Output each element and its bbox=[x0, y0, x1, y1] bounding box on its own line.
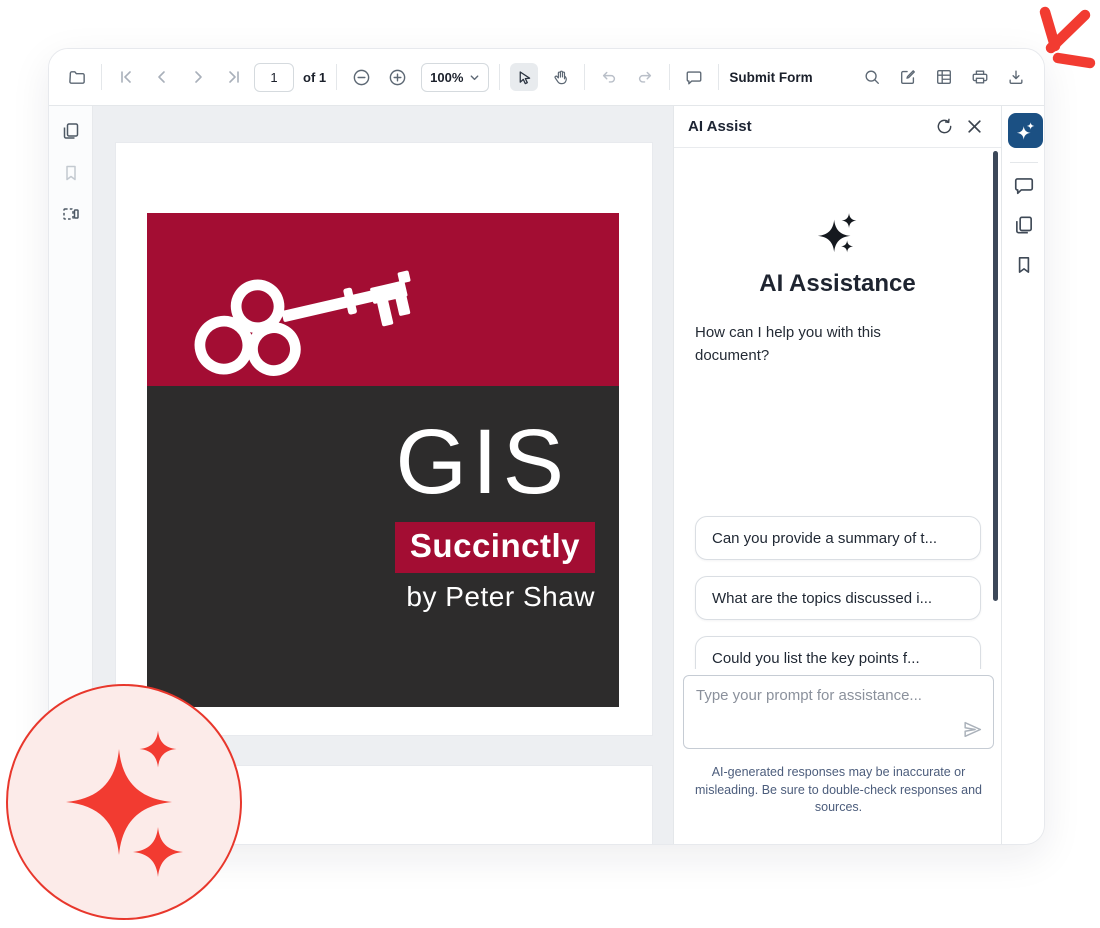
decorative-pencil-strokes-icon bbox=[1030, 2, 1100, 72]
form-designer-button[interactable] bbox=[894, 63, 922, 91]
download-icon bbox=[1007, 68, 1025, 86]
redo-button[interactable] bbox=[631, 63, 659, 91]
open-file-button[interactable] bbox=[63, 63, 91, 91]
search-icon bbox=[863, 68, 881, 86]
zoom-out-button[interactable] bbox=[347, 63, 375, 91]
close-icon bbox=[966, 118, 983, 135]
key-illustration bbox=[173, 266, 425, 386]
panel-scrollbar[interactable] bbox=[993, 151, 998, 601]
bookmarks-panel-button[interactable] bbox=[1013, 254, 1035, 276]
first-page-button[interactable] bbox=[112, 63, 140, 91]
zoom-out-icon bbox=[352, 68, 371, 87]
chevron-down-icon bbox=[469, 72, 480, 83]
toolbar-divider bbox=[718, 64, 719, 90]
pan-tool-button[interactable] bbox=[546, 63, 574, 91]
prompt-input[interactable] bbox=[684, 676, 993, 748]
select-tool-button[interactable] bbox=[510, 63, 538, 91]
zoom-in-icon bbox=[388, 68, 407, 87]
ai-assist-panel: AI Assist AI Assistance How can I help y… bbox=[673, 106, 1001, 845]
grid-icon bbox=[935, 68, 953, 86]
undo-icon bbox=[600, 68, 618, 86]
print-button[interactable] bbox=[966, 63, 994, 91]
square-pencil-icon bbox=[899, 68, 917, 86]
suggestion-topics[interactable]: What are the topics discussed i... bbox=[695, 576, 981, 620]
comments-panel-button[interactable] bbox=[1013, 174, 1035, 196]
refresh-button[interactable] bbox=[929, 112, 959, 142]
ai-heading: AI Assistance bbox=[674, 270, 1001, 298]
page-number-input[interactable] bbox=[254, 63, 294, 92]
next-page-button[interactable] bbox=[184, 63, 212, 91]
dashed-box-icon bbox=[61, 204, 81, 224]
zoom-level-select[interactable]: 100% bbox=[421, 63, 489, 92]
last-page-button[interactable] bbox=[220, 63, 248, 91]
hand-icon bbox=[552, 69, 569, 86]
ai-panel-header: AI Assist bbox=[674, 106, 1001, 148]
cover-title: GIS bbox=[396, 416, 569, 508]
bookmarks-button[interactable] bbox=[61, 163, 81, 183]
pdf-page-1: GIS Succinctly by Peter Shaw bbox=[116, 143, 652, 735]
decorative-sparkle-circle bbox=[6, 684, 242, 920]
close-panel-button[interactable] bbox=[959, 112, 989, 142]
printer-icon bbox=[971, 68, 989, 86]
ai-assist-toggle-button[interactable] bbox=[1008, 113, 1043, 148]
cover-dark-band: GIS Succinctly by Peter Shaw bbox=[147, 386, 619, 707]
prompt-input-box bbox=[683, 675, 994, 749]
toolbar: of 1 100% Submit Form bbox=[49, 49, 1044, 106]
ai-intro-text: How can I help you with this document? bbox=[695, 321, 925, 368]
cursor-arrow-icon bbox=[516, 69, 533, 86]
last-page-icon bbox=[226, 69, 242, 85]
ai-sparkles-icon bbox=[1015, 120, 1037, 142]
refresh-icon bbox=[935, 117, 954, 136]
right-sidebar bbox=[1001, 106, 1045, 845]
comment-tool-button[interactable] bbox=[680, 63, 708, 91]
zoom-level-value: 100% bbox=[430, 70, 463, 85]
send-icon[interactable] bbox=[962, 719, 983, 740]
first-page-icon bbox=[118, 69, 134, 85]
toolbar-divider bbox=[499, 64, 500, 90]
search-button[interactable] bbox=[858, 63, 886, 91]
page-organizer-button[interactable] bbox=[1013, 214, 1035, 236]
sparkles-icon bbox=[815, 210, 861, 256]
download-button[interactable] bbox=[1002, 63, 1030, 91]
pages-icon bbox=[1013, 214, 1035, 236]
toolbar-divider bbox=[336, 64, 337, 90]
prompt-section: AI-generated responses may be inaccurate… bbox=[674, 669, 1001, 845]
bookmark-icon bbox=[61, 163, 81, 183]
next-page-icon bbox=[190, 69, 206, 85]
undo-button[interactable] bbox=[595, 63, 623, 91]
redo-icon bbox=[636, 68, 654, 86]
zoom-in-button[interactable] bbox=[383, 63, 411, 91]
previous-page-button[interactable] bbox=[148, 63, 176, 91]
open-file-icon bbox=[68, 68, 87, 87]
suggestion-summary[interactable]: Can you provide a summary of t... bbox=[695, 516, 981, 560]
organize-pages-button[interactable] bbox=[930, 63, 958, 91]
toolbar-divider bbox=[669, 64, 670, 90]
book-cover: GIS Succinctly by Peter Shaw bbox=[147, 213, 619, 707]
cover-author: by Peter Shaw bbox=[406, 581, 595, 613]
submit-form-button[interactable]: Submit Form bbox=[729, 70, 812, 85]
cover-red-band bbox=[147, 213, 619, 386]
cover-series-badge: Succinctly bbox=[395, 522, 595, 573]
bookmark-icon bbox=[1013, 254, 1035, 276]
decorative-sparkles-icon bbox=[8, 686, 244, 922]
rail-divider bbox=[1010, 162, 1038, 163]
ai-panel-body: AI Assistance How can I help you with th… bbox=[674, 148, 1001, 845]
ai-panel-title: AI Assist bbox=[688, 118, 752, 135]
ai-disclaimer: AI-generated responses may be inaccurate… bbox=[687, 764, 990, 817]
comment-icon bbox=[1013, 174, 1035, 196]
signature-panel-button[interactable] bbox=[61, 204, 81, 224]
page-count-label: of 1 bbox=[303, 70, 326, 85]
comment-icon bbox=[685, 68, 703, 86]
pages-icon bbox=[61, 121, 81, 141]
toolbar-divider bbox=[584, 64, 585, 90]
toolbar-divider bbox=[101, 64, 102, 90]
previous-page-icon bbox=[154, 69, 170, 85]
page-thumbnails-button[interactable] bbox=[61, 121, 81, 141]
